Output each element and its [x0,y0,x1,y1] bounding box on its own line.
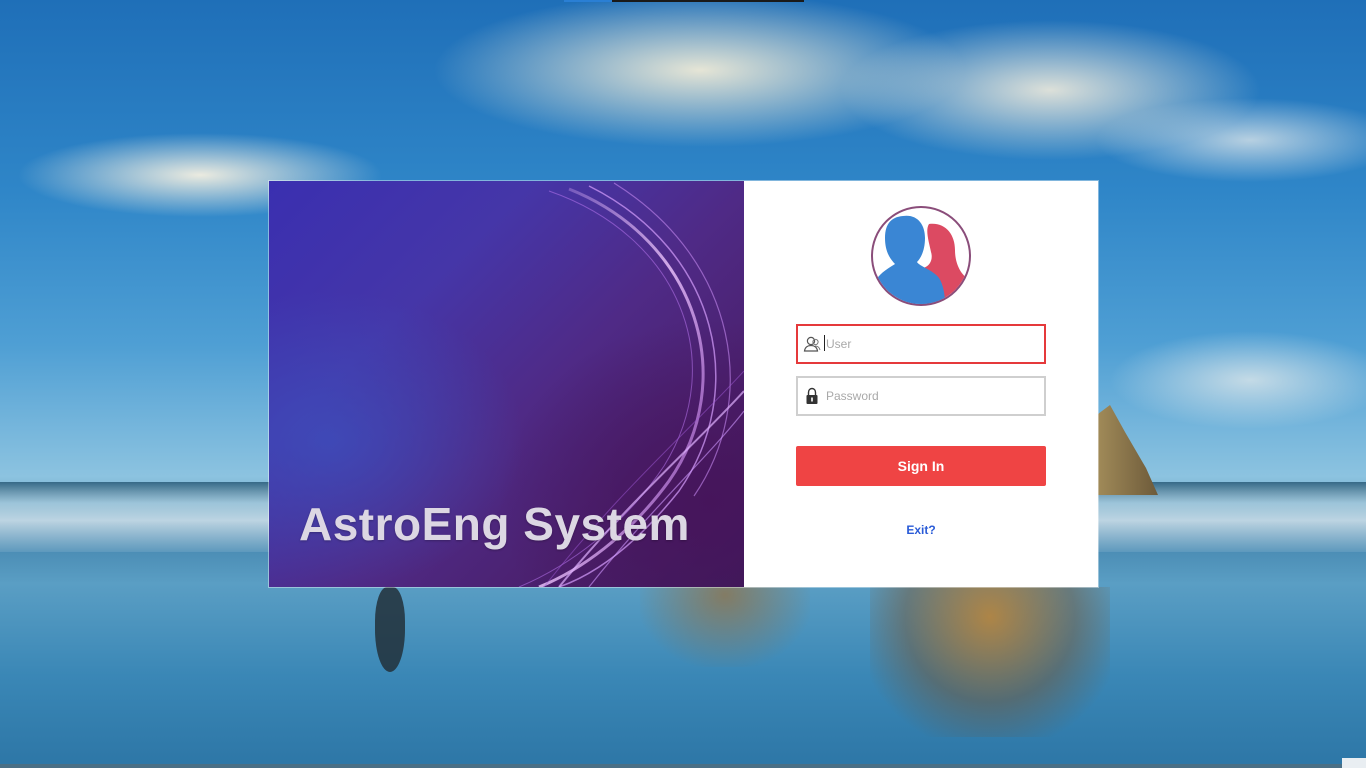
tray-corner [1342,758,1366,768]
password-field[interactable] [796,376,1046,416]
password-input[interactable] [824,380,1036,412]
user-icon [800,326,824,362]
text-caret [824,335,825,351]
login-form-panel: Sign In Exit? [744,181,1098,587]
app-title: AstroEng System [299,498,690,550]
top-indicator [564,0,804,2]
sign-in-button[interactable]: Sign In [796,446,1046,486]
user-field[interactable] [796,324,1046,364]
rock-reflection [870,587,1110,737]
user-input[interactable] [824,328,1036,360]
exit-link[interactable]: Exit? [796,523,1046,537]
person-reflection [375,587,405,672]
users-icon [871,206,971,306]
rock-reflection-secondary [640,587,810,667]
rock-formation [1098,405,1158,495]
login-dialog: AstroEng System User Sign In Exit? [269,181,1098,587]
taskbar-edge [0,764,1366,768]
lock-icon [800,378,824,414]
brand-panel: AstroEng System [269,181,744,587]
